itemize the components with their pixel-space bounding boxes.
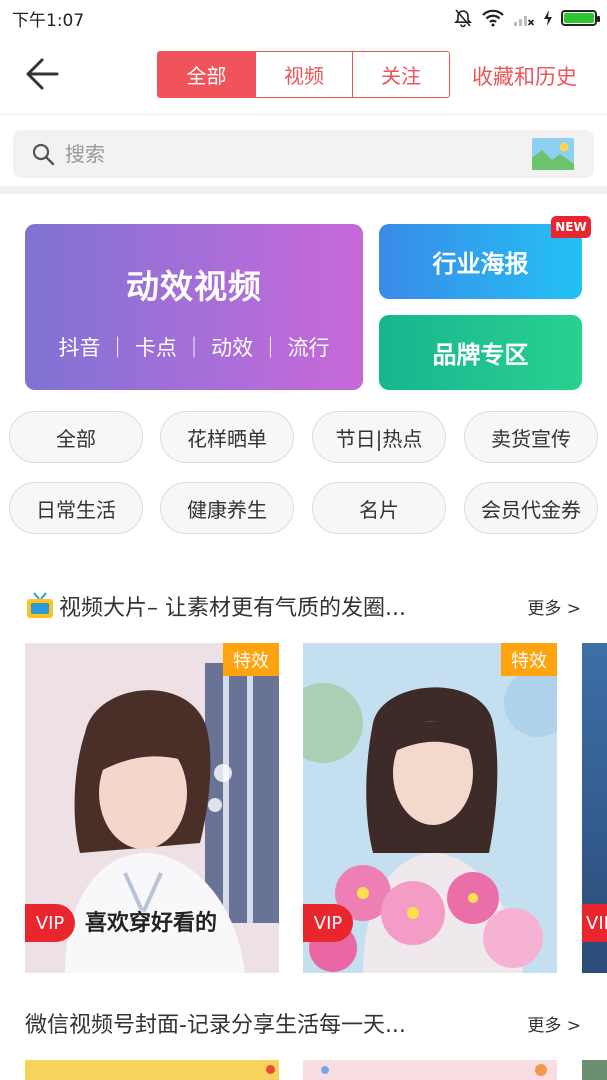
section-title-video: 视频大片– 让素材更有气质的发圈... — [59, 596, 406, 621]
wifi-icon — [482, 9, 504, 27]
video-caption: 喜欢穿好看的 — [85, 911, 218, 936]
search-bar[interactable] — [13, 130, 594, 178]
effect-badge: 特效 — [501, 643, 557, 676]
category-chip-business-card[interactable]: 名片 — [312, 482, 446, 534]
promo-motion-video-tags: 抖音 ｜ 卡点 ｜ 动效 ｜ 流行 — [58, 336, 330, 360]
status-time: 下午1:07 — [12, 10, 85, 31]
category-chip-showcase[interactable]: 花样晒单 — [160, 411, 294, 463]
image-search-icon[interactable] — [532, 138, 574, 170]
cover-card-preview[interactable] — [303, 1060, 557, 1080]
cover-card-dot — [321, 1066, 329, 1074]
tab-follow[interactable]: 关注 — [352, 52, 449, 97]
tab-group: 全部 视频 关注 — [157, 51, 450, 98]
section-header-wechat-cover: 微信视频号封面-记录分享生活每一天... 更多 > — [25, 1007, 585, 1039]
new-badge: NEW — [551, 216, 591, 238]
cover-card-preview[interactable] — [25, 1060, 279, 1080]
arrow-left-icon — [26, 58, 59, 90]
more-link-wechat-cover[interactable]: 更多 > — [527, 1011, 581, 1036]
vip-badge: VIP — [582, 904, 607, 942]
category-chip-daily-life[interactable]: 日常生活 — [9, 482, 143, 534]
cover-card-dot — [535, 1064, 547, 1076]
top-header: 全部 视频 关注 收藏和历史 — [0, 36, 607, 114]
promo-brand-zone[interactable]: 品牌专区 — [379, 315, 582, 390]
status-icons — [453, 8, 600, 28]
signal-icon — [514, 16, 535, 26]
more-link-video[interactable]: 更多 > — [527, 594, 581, 619]
section-title-wechat-cover: 微信视频号封面-记录分享生活每一天... — [25, 1013, 406, 1038]
promo-industry-poster-title: 行业海报 — [432, 250, 529, 278]
category-chip-all[interactable]: 全部 — [9, 411, 143, 463]
promo-motion-video-title: 动效视频 — [126, 267, 262, 306]
category-chip-health[interactable]: 健康养生 — [160, 482, 294, 534]
search-input[interactable] — [65, 142, 495, 166]
effect-badge: 特效 — [223, 643, 279, 676]
favorites-history-link[interactable]: 收藏和历史 — [472, 61, 577, 91]
cover-card-preview[interactable] — [582, 1060, 607, 1080]
promo-brand-zone-title: 品牌专区 — [432, 341, 529, 369]
video-card[interactable]: 特效 VIP — [303, 643, 557, 973]
cover-card-dot — [266, 1065, 275, 1074]
battery-icon — [561, 10, 600, 26]
tv-icon — [27, 592, 53, 618]
back-button[interactable] — [22, 54, 62, 94]
tab-all[interactable]: 全部 — [158, 52, 255, 97]
vip-badge: VIP — [25, 904, 75, 942]
status-bar: 下午1:07 — [0, 0, 607, 36]
section-header-video: 视频大片– 让素材更有气质的发圈... 更多 > — [25, 590, 585, 622]
charging-icon — [544, 10, 552, 26]
video-card[interactable]: 特效 VIP 喜欢穿好看的 — [25, 643, 279, 973]
video-card[interactable]: VIP — [582, 643, 607, 973]
promo-motion-video[interactable]: 动效视频 抖音 ｜ 卡点 ｜ 动效 ｜ 流行 — [25, 224, 363, 390]
battery-fill — [564, 13, 594, 23]
bell-muted-icon — [454, 9, 472, 28]
category-chip-voucher[interactable]: 会员代金券 — [464, 482, 598, 534]
search-icon — [32, 143, 55, 166]
search-section — [0, 114, 607, 194]
tab-video[interactable]: 视频 — [255, 52, 352, 97]
category-chip-holiday[interactable]: 节日|热点 — [312, 411, 446, 463]
vip-badge: VIP — [303, 904, 353, 942]
category-chip-sales[interactable]: 卖货宣传 — [464, 411, 598, 463]
